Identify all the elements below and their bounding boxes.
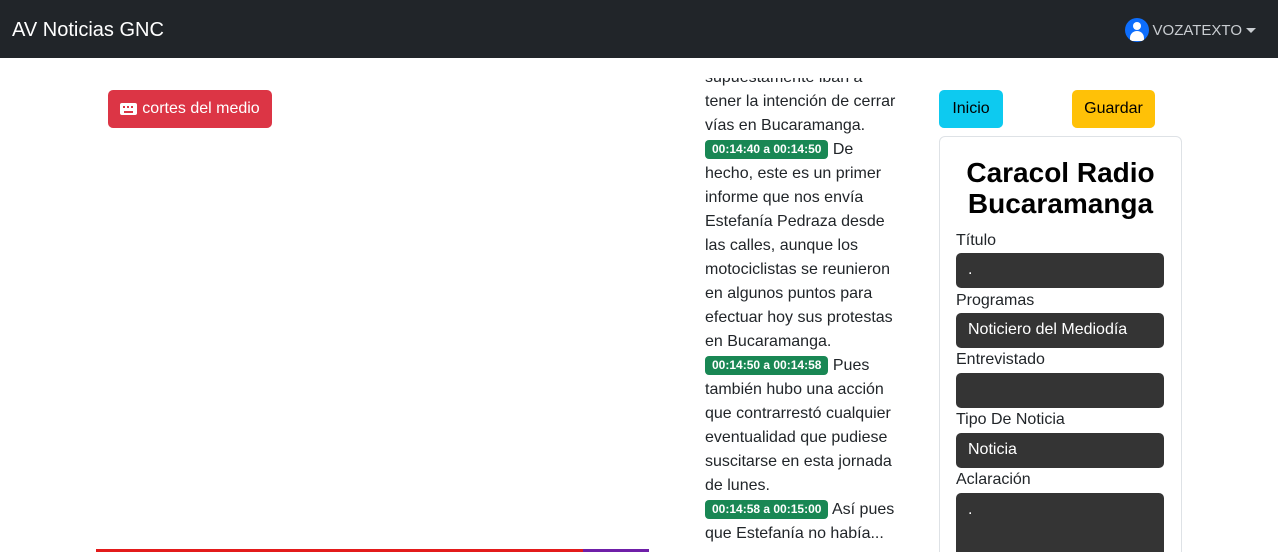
keyboard-spacebar — [124, 111, 134, 113]
transcript-segment: 00:14:40 a 00:14:50 De hecho, este es un… — [705, 138, 903, 354]
cortes-button-label: cortes del medio — [142, 100, 260, 117]
transcript-lead: supuestamente iban a tener la intención … — [705, 78, 896, 134]
titulo-label: Título — [956, 232, 997, 249]
transcript-segment: 00:14:50 a 00:14:58 Pues también hubo un… — [705, 354, 903, 498]
programas-select[interactable]: Noticiero del Mediodía — [956, 313, 1164, 348]
inicio-button[interactable]: Inicio — [939, 90, 1003, 128]
avatar-head — [1132, 22, 1141, 30]
tipo-noticia-label: Tipo De Noticia — [956, 411, 1065, 428]
tipo-noticia-select[interactable]: Noticia — [956, 433, 1164, 468]
avatar-body — [1129, 31, 1144, 41]
aclaracion-textarea[interactable]: . — [956, 493, 1164, 552]
timestamp-badge[interactable]: 00:14:58 a 00:15:00 — [705, 500, 829, 519]
aclaracion-label: Aclaración — [956, 471, 1031, 488]
timestamp-badge[interactable]: 00:14:50 a 00:14:58 — [705, 356, 829, 375]
timestamp-badge[interactable]: 00:14:40 a 00:14:50 — [705, 140, 829, 159]
brand-title[interactable]: AV Noticias GNC — [12, 19, 164, 42]
transcript-panel: supuestamente iban a tener la intención … — [705, 78, 903, 552]
keyboard-key — [123, 106, 126, 108]
segment-text: De hecho, este es un primer informe que … — [705, 141, 893, 350]
transcript-segment: 00:14:58 a 00:15:00 Así pues que Estefan… — [705, 498, 903, 546]
entrevistado-label: Entrevistado — [956, 351, 1045, 368]
guardar-button[interactable]: Guardar — [1072, 90, 1155, 128]
navbar: AV Noticias GNC VOZATEXTO — [0, 0, 1278, 58]
media-title: Caracol Radio Bucaramanga — [966, 157, 1155, 219]
titulo-field[interactable]: . — [956, 253, 1164, 288]
caret-down-icon — [1246, 27, 1256, 33]
cortes-button[interactable]: cortes del medio — [108, 90, 272, 128]
keyboard-icon — [120, 103, 138, 115]
keyboard-key — [127, 106, 130, 108]
news-form-card: Caracol Radio Bucaramanga Título . Progr… — [939, 136, 1182, 552]
user-menu[interactable]: VOZATEXTO — [1124, 18, 1256, 42]
keyboard-key — [131, 106, 134, 108]
user-avatar-icon — [1124, 18, 1149, 42]
user-name: VOZATEXTO — [1152, 21, 1242, 39]
segment-text: Pues también hubo una acción que contrar… — [705, 357, 892, 494]
transcript-scroll: supuestamente iban a tener la intención … — [705, 78, 903, 546]
entrevistado-field[interactable] — [956, 373, 1164, 408]
programas-label: Programas — [956, 292, 1035, 309]
